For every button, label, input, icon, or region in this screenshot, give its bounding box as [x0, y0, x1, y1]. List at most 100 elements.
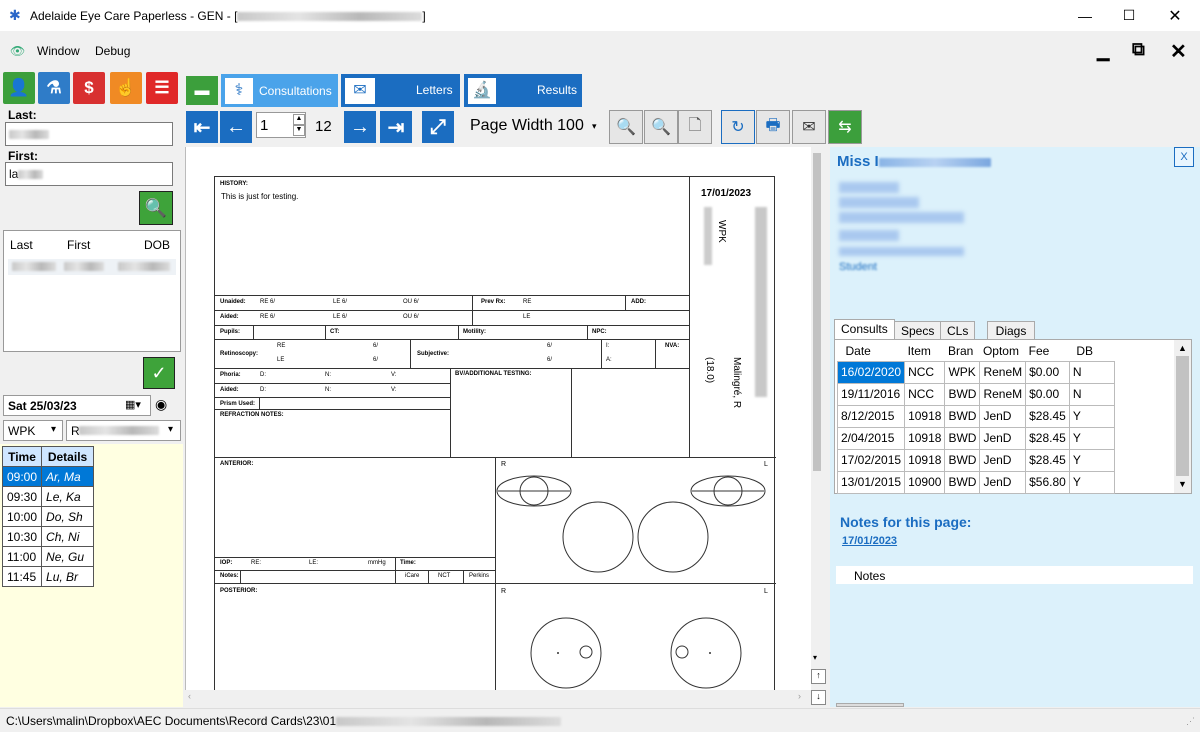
last-page-button[interactable]: ⇥ — [380, 111, 412, 143]
close-window-button[interactable]: ✕ — [1152, 0, 1198, 31]
patient-tab-bar: Consults Specs CLs Diags — [834, 319, 1192, 340]
notes-date-link[interactable]: 17/01/2023 — [842, 535, 897, 547]
next-page-button[interactable]: → — [344, 111, 376, 143]
send-docs-icon[interactable]: ⇆ — [828, 110, 862, 144]
table-row[interactable]: 16/02/2020 NCC WPK ReneM $0.00 N — [836, 360, 1115, 384]
minimize-button[interactable]: — — [1062, 0, 1108, 31]
table-row[interactable]: 10:00 Do, Sh — [1, 506, 95, 527]
tab-consultations[interactable]: ⚕ Consultations — [221, 74, 338, 107]
table-row[interactable]: 17/02/2015 10918 BWD JenD $28.45 Y — [836, 448, 1115, 472]
patient-card-icon[interactable]: ▬ — [186, 76, 218, 105]
tab-diags[interactable]: Diags — [987, 321, 1035, 339]
menu-icon[interactable]: ☰ — [146, 72, 178, 104]
search-results-list[interactable]: Last First DOB — [3, 230, 181, 352]
document-toolbar: ⇤ ← 1 ▲ ▼ 12 → ⇥ ⤢ Page Width 100 ▾ 🔍 🔍 … — [184, 108, 1200, 146]
tab-consults[interactable]: Consults — [834, 319, 895, 340]
table-row[interactable]: 09:30 Le, Ka — [1, 486, 95, 507]
confirm-patient-button[interactable]: ✓ — [143, 357, 175, 389]
resize-grip-icon[interactable]: ⋰ — [1186, 716, 1195, 727]
scroll-up-page-button[interactable]: ↑ — [811, 669, 826, 684]
tab-cls[interactable]: CLs — [940, 321, 976, 339]
record-date: 17/01/2023 — [701, 188, 752, 199]
patient-search-icon[interactable]: 👤 — [3, 72, 35, 104]
left-panel: 👤 ⚗ $ ☝ ☰ Last: First: la 🔍 Last First D… — [0, 70, 183, 707]
appt-col-time[interactable]: Time — [1, 446, 43, 467]
notes-col-header[interactable]: Notes — [854, 569, 885, 583]
calendar-icon[interactable]: ▦▾ — [125, 398, 141, 411]
mdi-minimize-button[interactable]: ▁ — [1097, 42, 1109, 62]
fax-icon[interactable]: ✉ — [792, 110, 826, 144]
document-viewer[interactable]: HISTORY: This is just for testing. 17/01… — [185, 147, 811, 690]
maximize-button[interactable]: ☐ — [1106, 0, 1152, 31]
date-picker[interactable]: Sat 25/03/23 ▦▾ — [3, 395, 151, 416]
menu-window[interactable]: Window — [37, 44, 80, 58]
table-row[interactable]: 10:30 Ch, Ni — [1, 526, 95, 547]
last-name-input[interactable] — [5, 122, 173, 146]
hide-eye-icon[interactable]: ◉ — [155, 396, 167, 413]
window-title: Adelaide Eye Care Paperless - GEN - [] — [30, 9, 426, 23]
location-select[interactable]: WPK ▾ — [3, 420, 63, 441]
print-icon[interactable]: 🖶 — [756, 110, 790, 144]
history-text: This is just for testing. — [221, 192, 299, 201]
col-fee[interactable]: Fee — [1025, 341, 1070, 361]
notes-hscrollbar[interactable] — [836, 703, 904, 707]
appointments-table: Time Details 09:00 Ar, Ma 09:30 Le, Ka 10:0… — [1, 446, 95, 587]
appt-col-details[interactable]: Details — [41, 446, 95, 467]
table-row[interactable]: 13/01/2015 10900 BWD JenD $56.80 Y — [836, 470, 1115, 494]
tab-letters[interactable]: ✉ Letters — [341, 74, 460, 107]
page-number-input[interactable]: 1 ▲ ▼ — [256, 112, 306, 138]
fit-page-icon[interactable]: 🗋 — [678, 110, 712, 144]
mdi-close-button[interactable]: ✕ — [1170, 39, 1187, 64]
zoom-select[interactable]: Page Width 100 ▾ — [464, 112, 604, 140]
table-row[interactable]: 8/12/2015 10918 BWD JenD $28.45 Y — [836, 404, 1115, 428]
document-hscrollbar[interactable]: ‹ › — [185, 690, 811, 705]
col-date[interactable]: Date — [837, 341, 905, 361]
history-label: HISTORY: — [220, 181, 248, 187]
refresh-icon[interactable]: ↻ — [721, 110, 755, 144]
col-db[interactable]: DB — [1069, 341, 1115, 361]
popout-button[interactable]: ⤢ — [422, 111, 454, 143]
consults-scrollbar[interactable]: ▲ ▼ — [1174, 340, 1191, 493]
zoom-in-icon[interactable]: 🔍 — [644, 110, 678, 144]
menu-debug[interactable]: Debug — [95, 44, 130, 58]
results-col-last[interactable]: Last — [10, 238, 33, 252]
results-col-dob[interactable]: DOB — [144, 238, 170, 252]
consults-grid[interactable]: Date Item Bran Optom Fee DB 16/02/2020 NC… — [834, 339, 1192, 494]
first-page-button[interactable]: ⇤ — [186, 111, 218, 143]
money-icon[interactable]: $ — [73, 72, 105, 104]
record-site: WPK — [716, 220, 727, 243]
envelope-icon: ✉ — [345, 78, 375, 104]
table-row[interactable]: 2/04/2015 10918 BWD JenD $28.45 Y — [836, 426, 1115, 450]
col-item[interactable]: Item — [904, 341, 945, 361]
scroll-down-arrow: ▾ — [813, 653, 818, 662]
scroll-down-page-button[interactable]: ↓ — [811, 690, 826, 705]
table-row[interactable]: 19/11/2016 NCC BWD ReneM $0.00 N — [836, 382, 1115, 406]
notes-grid[interactable]: Notes — [836, 566, 1193, 584]
consultation-icon: ⚕ — [225, 78, 253, 104]
tab-results[interactable]: 🔬 Results — [464, 74, 582, 107]
redacted-block — [839, 212, 964, 223]
status-bar: C:\Users\malin\Dropbox\AEC Documents\Rec… — [0, 708, 1200, 732]
col-optom[interactable]: Optom — [979, 341, 1026, 361]
mdi-restore-button[interactable]: ⧉ — [1132, 39, 1145, 60]
first-name-input[interactable]: la — [5, 162, 173, 186]
optometrist-select[interactable]: R ▾ — [66, 420, 181, 441]
results-col-first[interactable]: First — [67, 238, 90, 252]
table-row[interactable]: 11:00 Ne, Gu — [1, 546, 95, 567]
redacted-block — [704, 207, 712, 265]
col-branch[interactable]: Bran — [944, 341, 980, 361]
prev-page-button[interactable]: ← — [220, 111, 252, 143]
table-row[interactable]: 11:45 Lu, Br — [1, 566, 95, 587]
notes-heading: Notes for this page: — [840, 514, 972, 530]
microscope-icon: 🔬 — [468, 78, 496, 104]
results-row[interactable] — [8, 259, 176, 275]
lab-icon[interactable]: ⚗ — [38, 72, 70, 104]
table-row[interactable]: 09:00 Ar, Ma — [1, 466, 95, 487]
touch-icon[interactable]: ☝ — [110, 72, 142, 104]
document-vscrollbar[interactable]: ▾ ↑ — [811, 147, 826, 690]
close-patient-button[interactable]: X — [1174, 147, 1194, 167]
search-patient-button[interactable]: 🔍 — [139, 191, 173, 225]
redacted-block — [839, 182, 899, 193]
zoom-out-icon[interactable]: 🔍 — [609, 110, 643, 144]
tab-specs[interactable]: Specs — [894, 321, 942, 339]
